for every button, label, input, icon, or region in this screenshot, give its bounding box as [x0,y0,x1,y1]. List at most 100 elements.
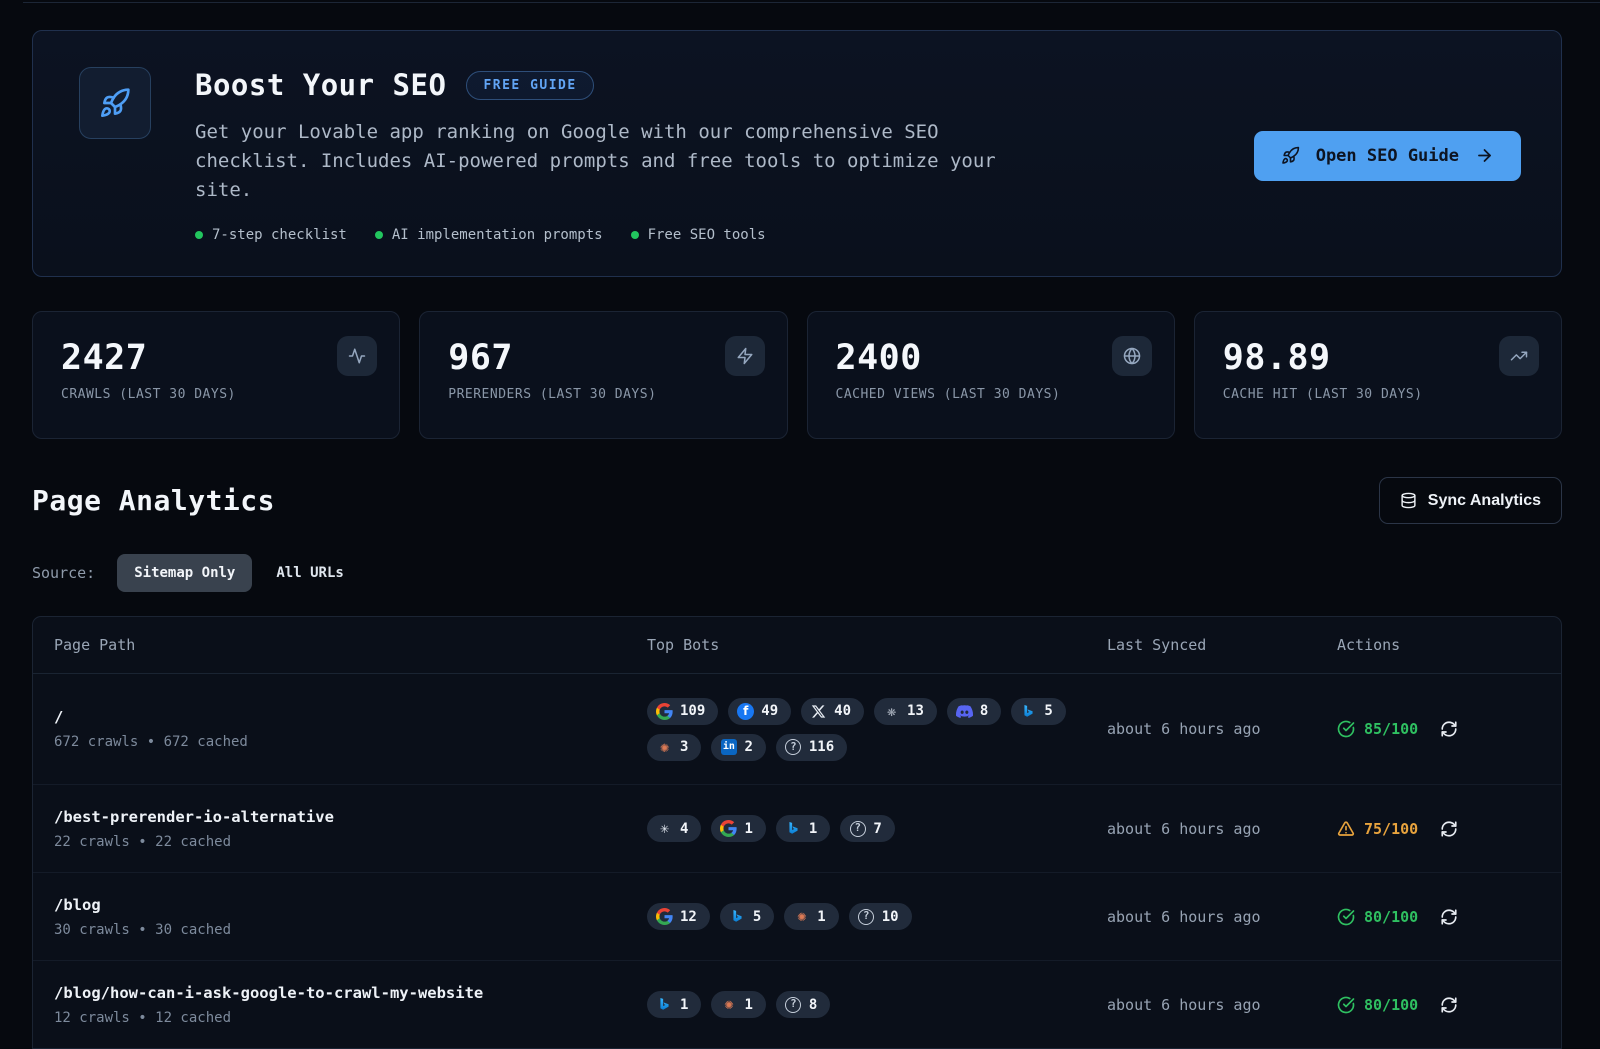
claude-icon: ✺ [793,908,810,925]
bot-count: 5 [1044,704,1052,718]
bot-badge-unknown: ?7 [840,815,894,842]
score-value: 85/100 [1364,720,1418,738]
page-path-cell: /672 crawls • 672 cached [54,708,647,750]
rocket-icon [79,67,151,139]
unknown-icon: ? [858,908,875,925]
actions-cell: 80/100 [1337,996,1540,1014]
bot-count: 49 [761,704,778,718]
crawl-stats: 30 crawls • 30 cached [54,922,647,938]
sync-analytics-button[interactable]: Sync Analytics [1379,477,1562,524]
actions-cell: 75/100 [1337,820,1540,838]
last-synced: about 6 hours ago [1107,720,1337,738]
bot-count: 1 [744,822,752,836]
stat-label: PRERENDERS (LAST 30 DAYS) [448,387,764,402]
page-analytics-table: Page Path Top Bots Last Synced Actions /… [32,616,1562,1049]
bot-badge-bing: 1 [776,815,830,842]
bot-count: 116 [809,740,834,754]
last-synced: about 6 hours ago [1107,996,1337,1014]
open-seo-guide-button[interactable]: Open SEO Guide [1254,131,1521,181]
claude-icon: ✺ [720,996,737,1013]
table-row: /blog/how-can-i-ask-google-to-crawl-my-w… [33,960,1561,1048]
column-header-last-synced: Last Synced [1107,636,1337,654]
bot-badge-google: 12 [647,903,710,930]
feature-label: Free SEO tools [648,227,766,243]
feature-item: 7-step checklist [195,227,347,243]
bot-badge-google: 1 [711,815,765,842]
google-icon [656,908,673,925]
green-dot-icon [195,231,203,239]
page-path[interactable]: / [54,708,647,726]
source-label: Source: [32,564,95,582]
bot-badge-discord: 8 [947,698,1001,725]
rocket-icon [1281,146,1300,165]
source-option-sitemap-only[interactable]: Sitemap Only [117,554,252,592]
bot-count: 10 [882,910,899,924]
recache-button[interactable] [1440,908,1458,926]
seo-guide-banner: Boost Your SEO FREE GUIDE Get your Lovab… [32,30,1562,277]
seo-dashboard-page: Boost Your SEO FREE GUIDE Get your Lovab… [0,0,1600,1049]
column-header-actions: Actions [1337,636,1540,654]
facebook-icon: f [737,703,754,720]
last-synced: about 6 hours ago [1107,908,1337,926]
claude-icon: ✺ [656,739,673,756]
bot-count: 40 [834,704,851,718]
stat-label: CRAWLS (LAST 30 DAYS) [61,387,377,402]
page-path-cell: /best-prerender-io-alternative22 crawls … [54,808,647,850]
page-path[interactable]: /best-prerender-io-alternative [54,808,647,826]
top-divider [23,2,1600,3]
bot-badge-bing: 1 [647,991,701,1018]
bing-icon [729,908,746,925]
bot-count: 7 [873,822,881,836]
seo-score: 80/100 [1337,996,1418,1014]
bot-badge-openai: ❋13 [874,698,937,725]
top-bots-cell: 109f4940❋1385✺3in2?116 [647,684,1107,775]
zap-icon [725,336,765,376]
page-path[interactable]: /blog [54,896,647,914]
score-value: 80/100 [1364,908,1418,926]
refresh-icon [1440,908,1458,926]
bot-badge-claude: ✺1 [711,991,765,1018]
activity-icon [337,336,377,376]
bot-badge-linkedin: in2 [711,734,765,761]
bot-count: 1 [680,998,688,1012]
green-dot-icon [375,231,383,239]
stat-card-crawls: 2427 CRAWLS (LAST 30 DAYS) [32,311,400,439]
table-body: /672 crawls • 672 cached109f4940❋1385✺3i… [33,674,1561,1048]
table-row: /672 crawls • 672 cached109f4940❋1385✺3i… [33,674,1561,784]
bot-badge-bing: 5 [1011,698,1065,725]
check-circle-icon [1337,996,1355,1014]
stat-value: 2400 [836,338,1152,378]
feature-label: AI implementation prompts [392,227,603,243]
seo-score: 75/100 [1337,820,1418,838]
bot-badge-unknown: ? 10 [849,903,912,930]
bot-badge-x: 40 [801,698,864,725]
table-header: Page Path Top Bots Last Synced Actions [33,617,1561,674]
bot-badge-unknown: ?8 [776,991,830,1018]
feature-label: 7-step checklist [212,227,347,243]
score-value: 75/100 [1364,820,1418,838]
openai-icon: ❋ [883,703,900,720]
bot-count: 8 [809,998,817,1012]
banner-description: Get your Lovable app ranking on Google w… [195,118,1025,205]
recache-button[interactable] [1440,720,1458,738]
page-path[interactable]: /blog/how-can-i-ask-google-to-crawl-my-w… [54,984,647,1002]
check-circle-icon [1337,720,1355,738]
free-guide-badge: FREE GUIDE [466,71,593,100]
banner-title: Boost Your SEO [195,68,446,102]
bot-badge-claude: ✺3 [647,734,701,761]
stat-card-cache-hit: 98.89 CACHE HIT (LAST 30 DAYS) [1194,311,1562,439]
unknown-icon: ? [849,820,866,837]
crawl-stats: 12 crawls • 12 cached [54,1010,647,1026]
recache-button[interactable] [1440,996,1458,1014]
unknown-icon: ? [785,996,802,1013]
feature-item: Free SEO tools [631,227,766,243]
stat-cards: 2427 CRAWLS (LAST 30 DAYS) 967 PRERENDER… [32,311,1562,439]
bot-badge-claude: ✺1 [784,903,838,930]
table-row: /best-prerender-io-alternative22 crawls … [33,784,1561,872]
refresh-icon [1440,720,1458,738]
discord-icon [956,703,973,720]
bot-badge-facebook: f 49 [728,698,791,725]
banner-content: Boost Your SEO FREE GUIDE Get your Lovab… [195,68,1224,243]
recache-button[interactable] [1440,820,1458,838]
source-option-all-urls[interactable]: All URLs [274,554,345,592]
